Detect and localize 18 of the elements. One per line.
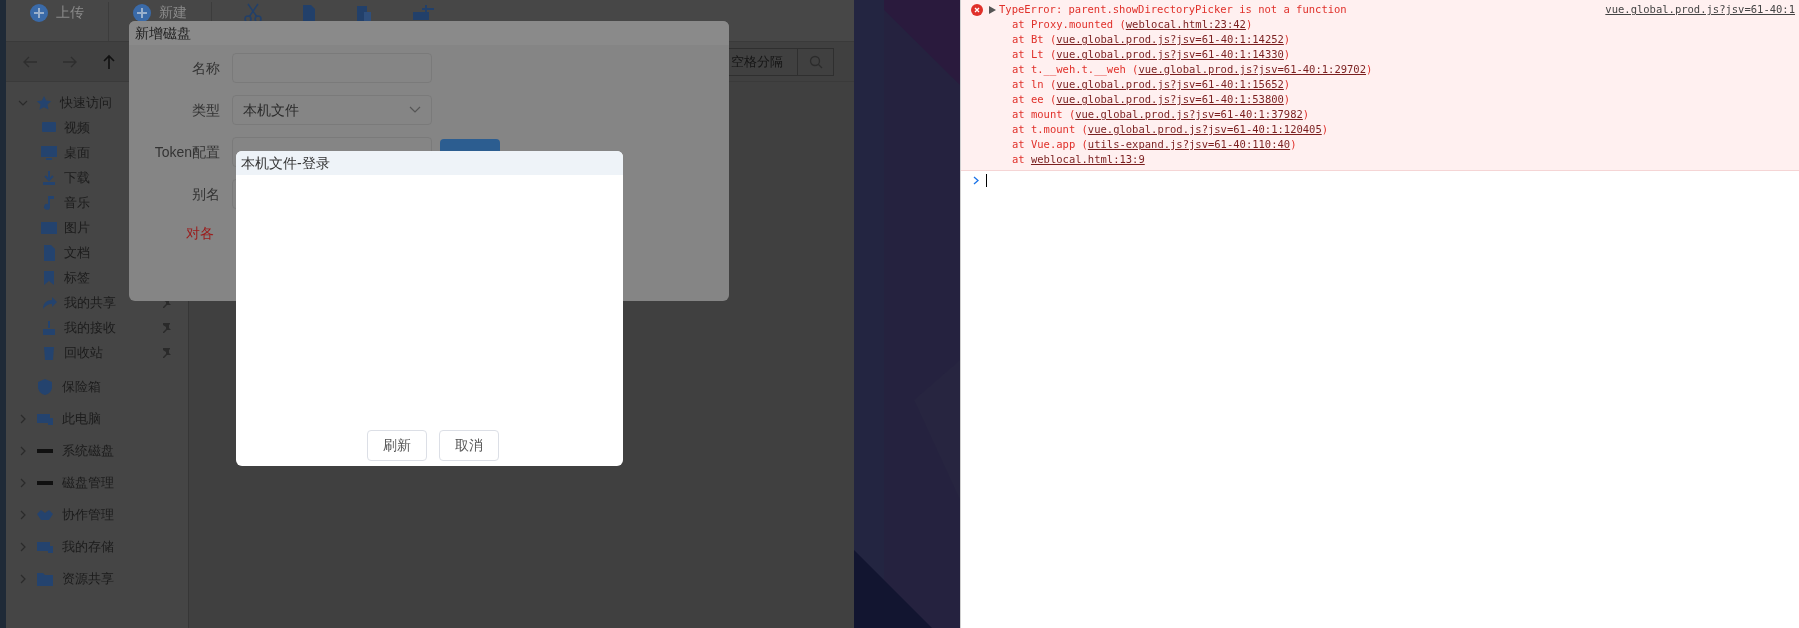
field-label: 别名 <box>191 184 221 204</box>
stack-line: at Vue.app (utils-expand.js?jsv=61-40:110:40) <box>1011 137 1298 152</box>
stack-line: at t.__weh.t.__weh (vue.global.prod.js?jsv=61-40:1:29702) <box>1011 62 1374 77</box>
stack-line: at ln (vue.global.prod.js?jsv=61-40:1:15652) <box>1011 77 1292 92</box>
dialog-title: 新增磁盘 <box>135 23 191 43</box>
stack-line: at t.mount (vue.global.prod.js?jsv=61-40:1:120405) <box>1011 122 1330 137</box>
hint-text: 对各 <box>185 223 214 243</box>
field-label: 名称 <box>191 58 221 78</box>
dialog-title: 本机文件-登录 <box>241 153 330 173</box>
stack-line: at ee (vue.global.prod.js?jsv=61-40:1:53800) <box>1011 92 1292 107</box>
field-label: Token配置 <box>153 142 221 162</box>
stack-line: at weblocal.html:13:9 <box>1011 152 1146 167</box>
stack-line: at Proxy.mounted (weblocal.html:23:42) <box>1011 17 1254 32</box>
stack-line: at Lt (vue.global.prod.js?jsv=61-40:1:14330) <box>1011 47 1292 62</box>
error-message: TypeError: parent.showDirectoryPicker is not a function <box>999 2 1348 17</box>
stack-line: at mount (vue.global.prod.js?jsv=61-40:1:37982) <box>1011 107 1311 122</box>
field-label: 类型 <box>191 100 221 120</box>
stack-line: at Bt (vue.global.prod.js?jsv=61-40:1:14252) <box>1011 32 1292 47</box>
